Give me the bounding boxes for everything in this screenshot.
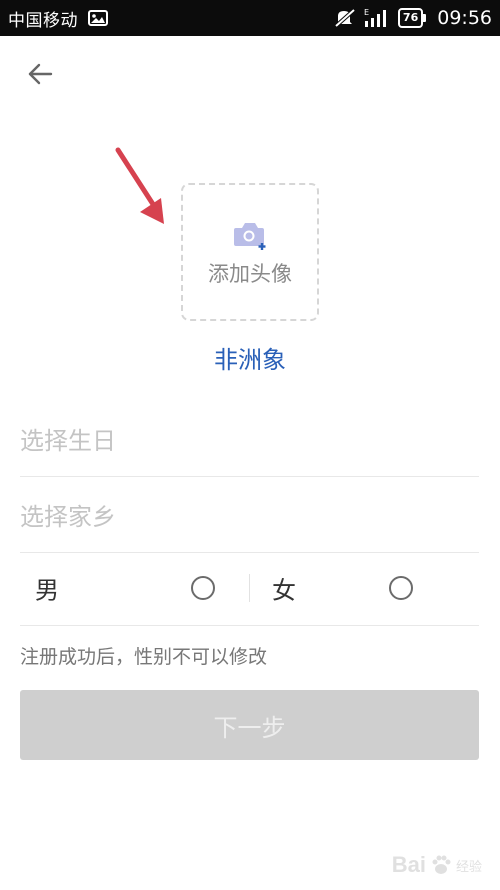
gender-male-radio[interactable] bbox=[191, 576, 215, 600]
paw-logo-icon bbox=[432, 855, 451, 874]
back-arrow-icon bbox=[28, 63, 53, 85]
gender-divider bbox=[249, 574, 250, 602]
nickname-link[interactable]: 非洲象 bbox=[0, 340, 500, 375]
watermark-sub: 经验 bbox=[455, 859, 482, 875]
hometown-placeholder: 选择家乡 bbox=[20, 503, 116, 531]
image-icon bbox=[88, 10, 108, 26]
status-right: E 76 09:56 bbox=[334, 7, 492, 29]
annotation-arrow-icon bbox=[115, 147, 164, 224]
status-left: 中国移动 bbox=[8, 6, 108, 31]
status-bar: 中国移动 E 76 09:56 bbox=[0, 0, 500, 36]
svg-text:E: E bbox=[364, 8, 369, 17]
birthday-placeholder: 选择生日 bbox=[20, 427, 116, 455]
baidu-watermark: Bai 经验 bbox=[392, 852, 482, 878]
carrier-label: 中国移动 bbox=[8, 10, 78, 31]
gender-female-label: 女 bbox=[272, 576, 296, 605]
gender-male-label: 男 bbox=[35, 576, 59, 605]
watermark-text: Bai bbox=[391, 852, 426, 877]
add-avatar-label: 添加头像 bbox=[208, 262, 292, 286]
back-button[interactable] bbox=[22, 56, 58, 92]
gender-note: 注册成功后，性别不可以修改 bbox=[20, 646, 268, 668]
camera-add-icon bbox=[234, 223, 266, 250]
birthday-field[interactable]: 选择生日 bbox=[20, 401, 479, 477]
gender-female-radio[interactable] bbox=[389, 576, 413, 600]
battery-icon: 76 bbox=[397, 8, 427, 28]
muted-icon bbox=[334, 8, 356, 28]
next-step-button[interactable]: 下一步 bbox=[20, 690, 479, 760]
status-time: 09:56 bbox=[437, 7, 492, 29]
hometown-field[interactable]: 选择家乡 bbox=[20, 477, 479, 553]
gender-row: 男 女 bbox=[20, 554, 479, 626]
add-avatar-button[interactable]: 添加头像 bbox=[181, 183, 319, 321]
signal-icon: E bbox=[364, 7, 390, 29]
